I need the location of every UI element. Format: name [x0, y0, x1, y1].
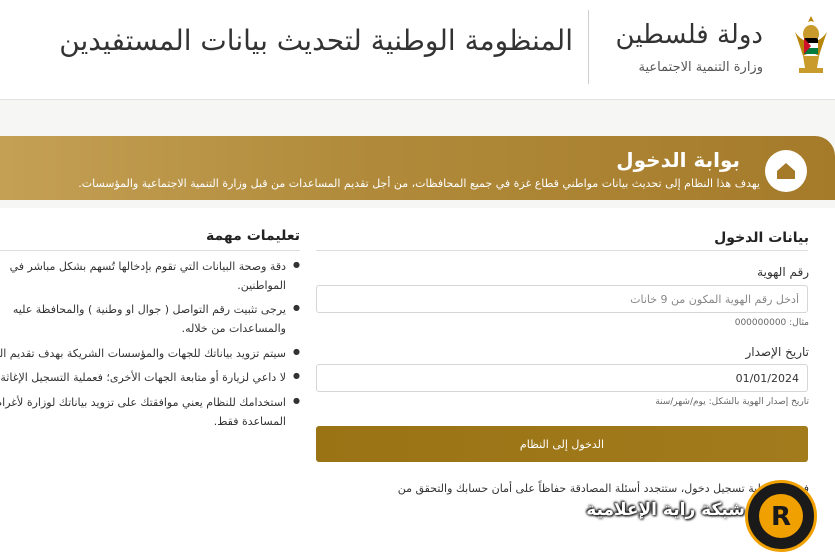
- login-button[interactable]: الدخول إلى النظام: [316, 426, 808, 462]
- list-item: يرجى تثبيت رقم التواصل ( جوال او وطنية )…: [0, 301, 300, 338]
- id-number-hint: مثال: 000000000: [734, 318, 809, 328]
- home-icon: [765, 150, 807, 192]
- watermark-letter: R: [771, 502, 791, 532]
- id-number-label: رقم الهوية: [757, 265, 809, 279]
- issue-date-label: تاريخ الإصدار: [745, 345, 810, 359]
- state-name: دولة فلسطين: [615, 20, 763, 50]
- list-item: دقة وصحة البيانات التي تقوم بإدخالها تُس…: [0, 258, 300, 295]
- list-item: سيتم تزويد بياناتك للجهات والمؤسسات الشر…: [0, 345, 300, 364]
- instructions-title: تعليمات مهمة: [206, 228, 300, 244]
- banner-title: بوابة الدخول: [616, 148, 740, 172]
- ministry-name: وزارة التنمية الاجتماعية: [638, 60, 763, 75]
- palestine-emblem-icon: [795, 16, 827, 73]
- watermark: شبكة راية الإعلامية R: [586, 478, 835, 558]
- watermark-text: شبكة راية الإعلامية: [586, 500, 745, 520]
- instructions-divider: [0, 250, 300, 251]
- system-title: المنظومة الوطنية لتحديث بيانات المستفيدي…: [59, 24, 573, 57]
- issue-date-input[interactable]: [316, 364, 808, 392]
- header-divider: [588, 10, 589, 84]
- login-section-title: بيانات الدخول: [714, 230, 809, 246]
- login-section-divider: [316, 250, 808, 251]
- banner-description: يهدف هذا النظام إلى تحديث بيانات مواطني …: [78, 177, 760, 190]
- instructions-list: دقة وصحة البيانات التي تقوم بإدخالها تُس…: [0, 258, 300, 438]
- list-item: استخدامك للنظام يعني موافقتك على تزويد ب…: [0, 394, 300, 431]
- list-item: لا داعي لزيارة أو متابعة الجهات الأخرى؛ …: [0, 369, 300, 388]
- issue-date-hint: تاريخ إصدار الهوية بالشكل: يوم/شهر/سنة: [655, 397, 809, 407]
- watermark-logo-icon: R: [745, 480, 817, 552]
- instructions-panel: دقة وصحة البيانات التي تقوم بإدخالها تُس…: [0, 258, 300, 498]
- id-number-input[interactable]: [316, 285, 808, 313]
